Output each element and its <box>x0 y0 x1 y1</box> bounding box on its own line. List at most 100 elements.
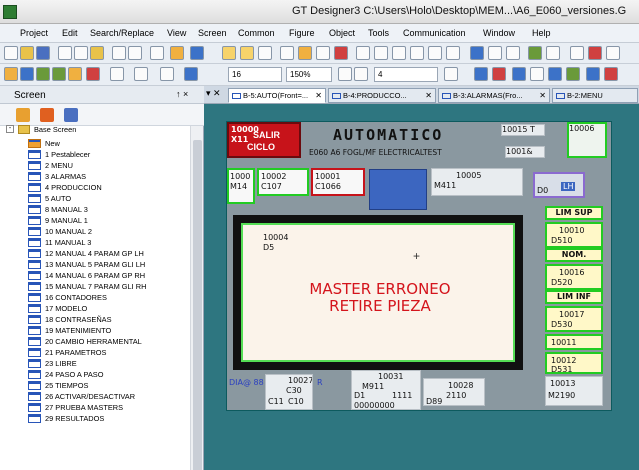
screen-image-icon[interactable] <box>222 46 236 60</box>
logging-icon[interactable] <box>392 46 406 60</box>
screen-properties-icon[interactable] <box>40 108 54 122</box>
parts-icon[interactable] <box>316 46 330 60</box>
layer-select[interactable]: 4 <box>374 67 438 82</box>
view-icon[interactable] <box>512 67 526 81</box>
security-icon[interactable] <box>446 46 460 60</box>
paste-icon[interactable] <box>90 46 104 60</box>
model-display[interactable]: D0 LH <box>533 172 585 198</box>
save-icon[interactable] <box>36 46 50 60</box>
lamp-object[interactable]: 1000 M14 <box>227 168 255 204</box>
numeric-display[interactable]: 1001& <box>505 146 545 158</box>
numeric-display[interactable]: 10005 M411 <box>431 168 523 196</box>
data-list-icon[interactable] <box>280 46 294 60</box>
status-lamp[interactable]: 10012 D531 <box>545 352 603 374</box>
rectangle-icon[interactable] <box>36 67 50 81</box>
display-icon[interactable] <box>530 67 544 81</box>
simulator-stop-icon[interactable] <box>546 46 560 60</box>
screen-editor-canvas[interactable]: 10000 SALIR CICLO X11 AUTOMATICO E060 A6… <box>204 104 639 470</box>
lamp-object[interactable]: 10002 C107 <box>257 168 309 196</box>
write-icon[interactable] <box>470 46 484 60</box>
menu-edit[interactable]: Edit <box>62 28 78 38</box>
align-icon[interactable] <box>110 67 124 81</box>
print-icon[interactable] <box>606 46 620 60</box>
close-icon[interactable]: ✕ <box>539 91 546 100</box>
layer-icon[interactable] <box>444 67 458 81</box>
circle-icon[interactable] <box>52 67 66 81</box>
collapse-icon[interactable]: - <box>6 125 14 133</box>
scrollbar-thumb[interactable] <box>193 140 202 470</box>
zoom-out-icon[interactable] <box>354 67 368 81</box>
menu-help[interactable]: Help <box>532 28 551 38</box>
menu-object[interactable]: Object <box>329 28 355 38</box>
script-icon[interactable] <box>374 46 388 60</box>
group-icon[interactable] <box>160 67 174 81</box>
tab-auto[interactable]: B-5:AUTO(Front=... ✕ <box>228 88 326 103</box>
nom-field[interactable]: 10016 D520 <box>545 264 603 290</box>
shape-icon[interactable] <box>86 67 100 81</box>
panel-icon[interactable] <box>586 67 600 81</box>
on-off-icon[interactable] <box>474 67 488 81</box>
tab-produccion[interactable]: B-4:PRODUCCO... ✕ <box>328 88 436 103</box>
copy-icon[interactable] <box>74 46 88 60</box>
tab-menu[interactable]: B-2:MENU <box>552 88 638 103</box>
tab-alarmas[interactable]: B-3:ALARMAS(Fro... ✕ <box>438 88 550 103</box>
status-lamp[interactable]: 10011 <box>545 334 603 350</box>
zoom-in-icon[interactable] <box>338 67 352 81</box>
font-size-select[interactable]: 16 <box>228 67 282 82</box>
window-cascade-icon[interactable] <box>566 67 580 81</box>
read-icon[interactable] <box>488 46 502 60</box>
fill-icon[interactable] <box>68 67 82 81</box>
search-icon[interactable] <box>184 67 198 81</box>
exit-cycle-button[interactable]: 10000 SALIR CICLO X11 <box>227 122 301 158</box>
date-display[interactable]: DIA@ 88 <box>229 378 264 387</box>
undo-icon[interactable] <box>112 46 126 60</box>
line-icon[interactable] <box>20 67 34 81</box>
menu-communication[interactable]: Communication <box>403 28 466 38</box>
screen-list-icon[interactable] <box>240 46 254 60</box>
menu-tools[interactable]: Tools <box>368 28 389 38</box>
text-color-icon[interactable] <box>4 67 18 81</box>
new-icon[interactable] <box>4 46 18 60</box>
grid-icon[interactable] <box>258 46 272 60</box>
zoom-select[interactable]: 150% <box>286 67 332 82</box>
menu-figure[interactable]: Figure <box>289 28 315 38</box>
close-icon[interactable]: ✕ <box>315 91 322 100</box>
lim-sup-field[interactable]: 10010 D510 <box>545 222 603 248</box>
menu-common[interactable]: Common <box>238 28 275 38</box>
library-icon[interactable] <box>298 46 312 60</box>
window-tile-icon[interactable] <box>548 67 562 81</box>
panel-pin-close[interactable]: ↑ × <box>176 89 188 99</box>
compare-icon[interactable] <box>588 46 602 60</box>
status-icon[interactable] <box>492 67 506 81</box>
numeric-display[interactable]: 10015 T <box>501 124 545 136</box>
menu-window[interactable]: Window <box>483 28 515 38</box>
blue-panel[interactable] <box>369 169 427 210</box>
new-screen-icon[interactable] <box>16 108 30 122</box>
numeric-display[interactable]: 10027 C30 C11 C10 <box>265 374 313 410</box>
simulator-icon[interactable] <box>528 46 542 60</box>
lamp-object[interactable]: 10006 <box>567 122 607 158</box>
stop-icon[interactable] <box>604 67 618 81</box>
help-icon[interactable] <box>190 46 204 60</box>
layout-icon[interactable] <box>570 46 584 60</box>
cut-icon[interactable] <box>58 46 72 60</box>
menu-search-replace[interactable]: Search/Replace <box>90 28 154 38</box>
numeric-display[interactable]: 10031 M911 D1 1111 00000000 <box>351 370 421 410</box>
open-icon[interactable] <box>20 46 34 60</box>
screen-panel-scrollbar[interactable] <box>190 126 203 470</box>
tab-list-icon[interactable]: ▾ ✕ <box>206 88 221 99</box>
lamp-object[interactable]: 10001 C1066 <box>311 168 365 196</box>
open-screen-icon[interactable] <box>64 108 78 122</box>
numeric-display[interactable]: 10013 M2190 <box>545 376 603 406</box>
menu-project[interactable]: Project <box>20 28 48 38</box>
order-icon[interactable] <box>134 67 148 81</box>
numeric-display[interactable]: 10028 2110 D89 <box>423 378 485 406</box>
comment-icon[interactable] <box>334 46 348 60</box>
verify-icon[interactable] <box>506 46 520 60</box>
message-display[interactable]: 10004 D5 + MASTER ERRONEO RETIRE PIEZA <box>241 223 515 362</box>
alarm-icon[interactable] <box>410 46 424 60</box>
close-icon[interactable]: ✕ <box>425 91 432 100</box>
delete-icon[interactable] <box>150 46 164 60</box>
menu-screen[interactable]: Screen <box>198 28 227 38</box>
property-icon[interactable] <box>170 46 184 60</box>
